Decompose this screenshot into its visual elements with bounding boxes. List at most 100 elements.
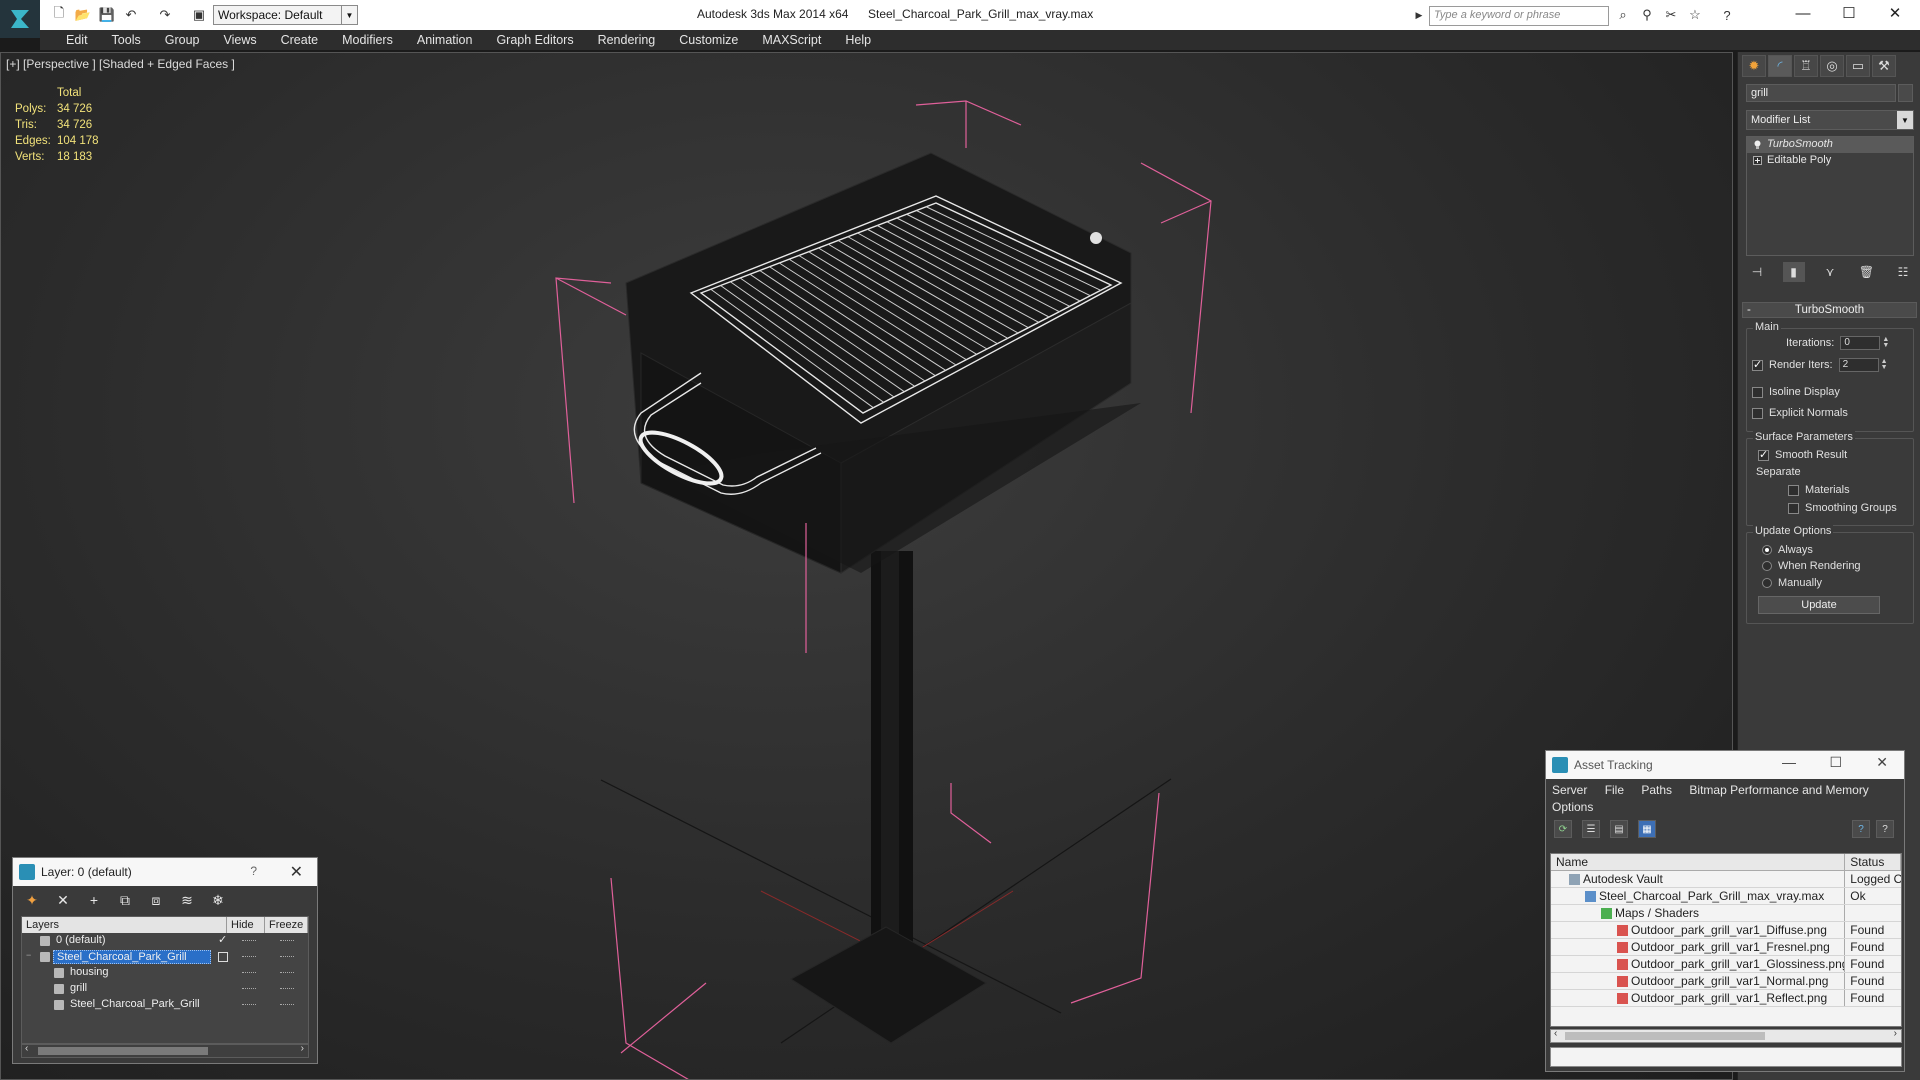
favorites-star-icon[interactable]: ☆	[1686, 6, 1704, 24]
hide-all-icon[interactable]: ≋	[178, 891, 196, 909]
table-view-icon[interactable]: ▦	[1638, 820, 1656, 838]
menu-rendering[interactable]: Rendering	[586, 33, 668, 47]
spinner-arrows-icon[interactable]: ▲ ▼	[1882, 336, 1889, 349]
layer-row[interactable]: 0 (default) ✓	[22, 933, 308, 949]
scroll-left-icon[interactable]: ‹	[1554, 1028, 1557, 1039]
create-tab-icon[interactable]: ✹	[1742, 55, 1766, 77]
asset-row[interactable]: Outdoor_park_grill_var1_Reflect.png Foun…	[1551, 990, 1901, 1007]
refresh-icon[interactable]: ⟳	[1554, 820, 1572, 838]
asset-row[interactable]: Maps / Shaders	[1551, 905, 1901, 922]
hierarchy-tab-icon[interactable]: ♖	[1794, 55, 1818, 77]
scroll-right-icon[interactable]: ›	[301, 1043, 304, 1054]
close-icon[interactable]: ✕	[290, 862, 303, 882]
object-color-swatch[interactable]	[1898, 84, 1913, 102]
freeze-toggle[interactable]	[280, 1004, 294, 1005]
hide-toggle[interactable]	[242, 988, 256, 989]
menu-graph-editors[interactable]: Graph Editors	[484, 33, 585, 47]
menu-paths[interactable]: Paths	[1641, 783, 1672, 797]
search-input[interactable]: Type a keyword or phrase	[1429, 6, 1609, 26]
list-view-icon[interactable]: ☰	[1582, 820, 1600, 838]
scrollbar-thumb[interactable]	[1565, 1032, 1765, 1040]
select-objects-icon[interactable]: ⧉	[116, 891, 134, 909]
asset-row[interactable]: Outdoor_park_grill_var1_Glossiness.png F…	[1551, 956, 1901, 973]
column-hide[interactable]: Hide	[227, 917, 265, 933]
close-icon[interactable]: ✕	[1876, 754, 1888, 771]
expand-icon[interactable]	[1753, 156, 1762, 165]
maximize-icon[interactable]: ☐	[1829, 754, 1842, 771]
make-unique-icon[interactable]: ⋎	[1819, 262, 1841, 282]
layer-row[interactable]: housing	[22, 965, 308, 981]
materials-checkbox[interactable]	[1788, 484, 1799, 496]
minimize-button[interactable]: —	[1780, 0, 1826, 26]
motion-tab-icon[interactable]: ◎	[1820, 55, 1844, 77]
app-logo-icon[interactable]	[0, 0, 40, 38]
thumbnail-view-icon[interactable]: ▤	[1610, 820, 1628, 838]
turbosmooth-rollout-header[interactable]: - TurboSmooth	[1742, 302, 1917, 318]
project-folder-icon[interactable]: ▣	[190, 6, 208, 24]
iterations-spinner[interactable]: 0	[1840, 336, 1881, 350]
menu-edit[interactable]: Edit	[54, 33, 100, 47]
menu-maxscript[interactable]: MAXScript	[750, 33, 833, 47]
always-radio[interactable]	[1762, 545, 1772, 555]
manually-radio[interactable]	[1762, 578, 1772, 588]
object-name-field[interactable]: grill	[1746, 84, 1896, 102]
scroll-right-icon[interactable]: ›	[1894, 1028, 1897, 1039]
stack-item-turbosmooth[interactable]: TurboSmooth	[1747, 137, 1913, 153]
horizontal-scrollbar[interactable]: ‹ ›	[1550, 1028, 1902, 1043]
menu-server[interactable]: Server	[1552, 783, 1587, 797]
workspace-dropdown[interactable]: Workspace: Default ▼	[213, 5, 358, 25]
menu-modifiers[interactable]: Modifiers	[330, 33, 405, 47]
subscription-icon[interactable]: ✂	[1662, 6, 1680, 24]
search-expand-icon[interactable]: ▶	[1410, 6, 1428, 24]
layer-dialog-titlebar[interactable]: Layer: 0 (default) ? ✕	[13, 858, 317, 886]
save-file-icon[interactable]: 💾	[98, 6, 116, 24]
show-end-result-icon[interactable]: ▮	[1782, 262, 1805, 282]
communication-center-icon[interactable]: ⚲	[1638, 6, 1656, 24]
smooth-result-checkbox[interactable]	[1758, 448, 1769, 461]
freeze-toggle[interactable]	[280, 956, 294, 957]
column-status[interactable]: Status	[1845, 854, 1901, 870]
active-layer-check-icon[interactable]: ✓	[218, 933, 227, 946]
column-name[interactable]: Name	[1551, 854, 1846, 870]
modifier-list-dropdown[interactable]: Modifier List ▼	[1746, 110, 1914, 130]
asset-row[interactable]: Outdoor_park_grill_var1_Normal.png Found	[1551, 973, 1901, 990]
scrollbar-thumb[interactable]	[38, 1047, 208, 1055]
utilities-tab-icon[interactable]: ⚒	[1872, 55, 1896, 77]
menu-group[interactable]: Group	[153, 33, 212, 47]
redo-icon[interactable]: ↷	[156, 6, 174, 24]
freeze-all-icon[interactable]: ❄	[209, 891, 227, 909]
stack-item-editable-poly[interactable]: Editable Poly	[1747, 153, 1913, 169]
menu-tools[interactable]: Tools	[100, 33, 153, 47]
hide-toggle[interactable]	[242, 1004, 256, 1005]
lightbulb-icon[interactable]	[1753, 140, 1762, 149]
asset-row[interactable]: Autodesk Vault Logged O	[1551, 871, 1901, 888]
menu-file[interactable]: File	[1605, 783, 1624, 797]
maximize-button[interactable]: ☐	[1826, 0, 1872, 26]
asset-tracking-titlebar[interactable]: Asset Tracking — ☐ ✕	[1546, 751, 1904, 779]
menu-options[interactable]: Options	[1552, 800, 1593, 814]
asset-status-field[interactable]	[1550, 1047, 1902, 1067]
collapse-icon[interactable]: −	[26, 950, 31, 960]
render-iters-checkbox[interactable]	[1752, 358, 1763, 371]
add-to-layer-icon[interactable]: +	[85, 891, 103, 909]
display-tab-icon[interactable]: ▭	[1846, 55, 1870, 77]
horizontal-scrollbar[interactable]: ‹ ›	[21, 1043, 309, 1058]
menu-help[interactable]: Help	[833, 33, 883, 47]
isoline-display-checkbox[interactable]	[1752, 386, 1763, 398]
freeze-toggle[interactable]	[280, 972, 294, 973]
help-icon[interactable]: ?	[1852, 820, 1870, 838]
context-help-icon[interactable]: ?	[1876, 820, 1894, 838]
when-rendering-radio[interactable]	[1762, 561, 1772, 571]
undo-icon[interactable]: ↶	[122, 6, 140, 24]
spinner-arrows-icon[interactable]: ▲ ▼	[1881, 358, 1888, 371]
create-layer-icon[interactable]: ✦	[23, 891, 41, 909]
layer-row[interactable]: − Steel_Charcoal_Park_Grill	[22, 949, 308, 965]
close-button[interactable]: ✕	[1872, 0, 1918, 26]
asset-row[interactable]: Outdoor_park_grill_var1_Fresnel.png Foun…	[1551, 939, 1901, 956]
remove-modifier-icon[interactable]: 🗑	[1856, 262, 1878, 282]
layer-row[interactable]: Steel_Charcoal_Park_Grill	[22, 997, 308, 1013]
hide-toggle[interactable]	[242, 940, 256, 941]
scroll-left-icon[interactable]: ‹	[25, 1043, 28, 1054]
binoculars-icon[interactable]: ⌕	[1614, 6, 1632, 24]
asset-row[interactable]: Steel_Charcoal_Park_Grill_max_vray.max O…	[1551, 888, 1901, 905]
